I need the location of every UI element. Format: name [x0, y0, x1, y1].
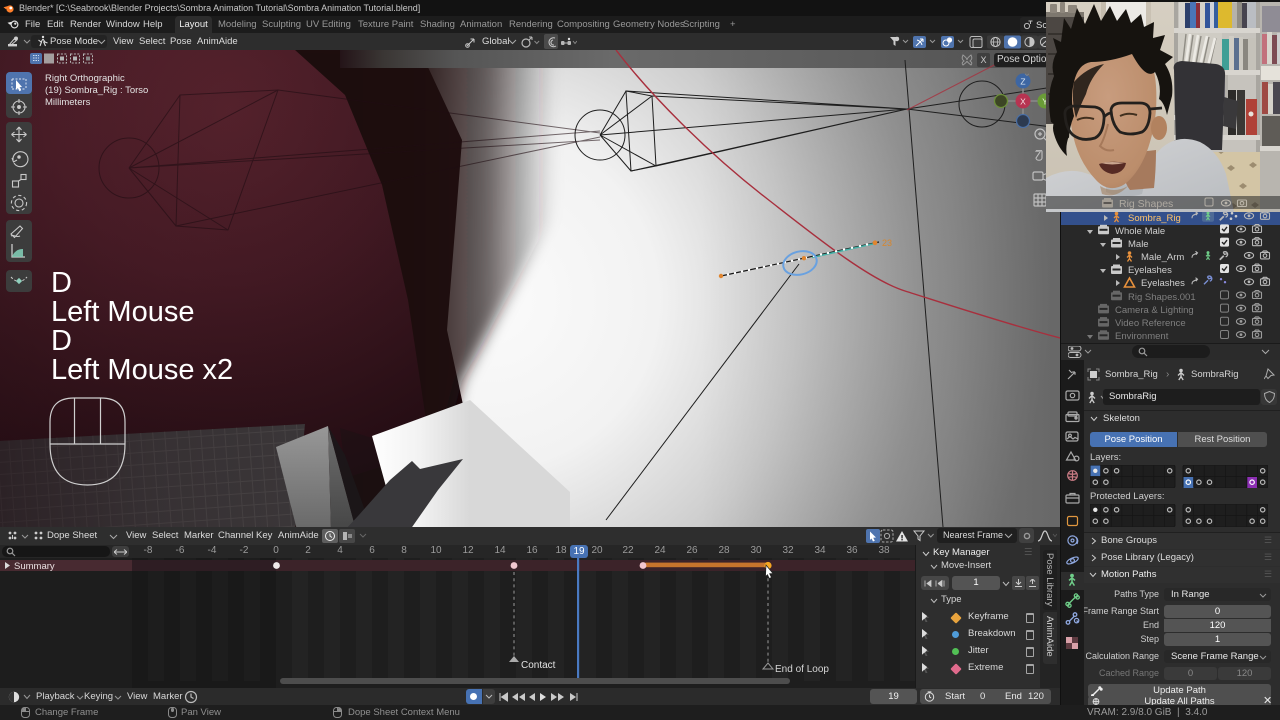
svg-text:Rig Shapes: Rig Shapes [1119, 198, 1173, 210]
svg-text:X: X [1020, 97, 1026, 107]
svg-text:23: 23 [882, 238, 892, 248]
svg-text:End of Loop: End of Loop [775, 664, 829, 675]
svg-text:Contact: Contact [521, 660, 556, 671]
svg-text:Summary: Summary [14, 561, 55, 572]
